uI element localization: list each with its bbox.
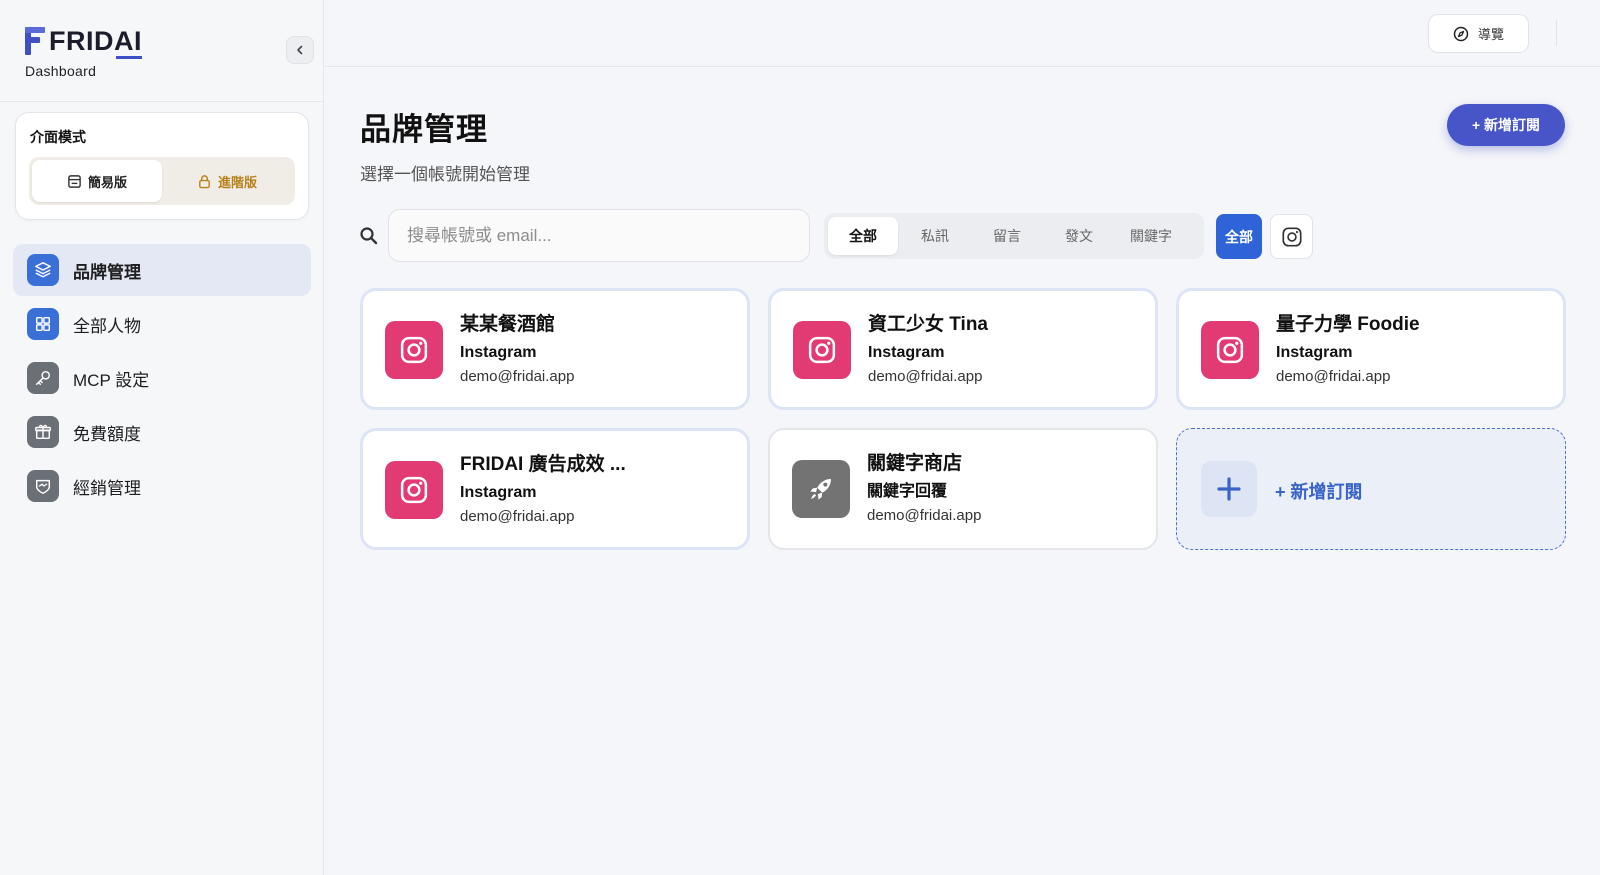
- sidebar-item-all-people[interactable]: 全部人物: [13, 298, 311, 350]
- sidebar-item-label: 免費額度: [73, 424, 141, 444]
- sidebar-item-brand-management[interactable]: 品牌管理: [13, 244, 311, 296]
- account-email: demo@fridai.app: [867, 507, 982, 524]
- instagram-icon: [385, 321, 443, 379]
- topbar-divider: [1556, 20, 1557, 46]
- form-icon: [68, 174, 81, 188]
- sidebar-nav: 品牌管理 全部人物 MCP 設定 免費額度 經銷管理: [13, 244, 311, 514]
- sidebar-item-reseller-management[interactable]: 經銷管理: [13, 460, 311, 512]
- account-email: demo@fridai.app: [460, 508, 575, 525]
- platform-filter-instagram-button[interactable]: [1270, 214, 1313, 259]
- sidebar-item-mcp-settings[interactable]: MCP 設定: [13, 352, 311, 404]
- account-name: 某某餐酒館: [460, 314, 556, 335]
- filter-tabs: 全部 私訊 留言 發文 關鍵字: [824, 213, 1204, 259]
- sidebar-divider: [0, 101, 324, 102]
- account-email: demo@fridai.app: [868, 368, 983, 385]
- tab-posts[interactable]: 發文: [1044, 217, 1114, 255]
- account-name: 關鍵字商店: [867, 453, 963, 474]
- instagram-icon: [1201, 321, 1259, 379]
- page-subtitle: 選擇一個帳號開始管理: [360, 165, 530, 184]
- tab-comments[interactable]: 留言: [972, 217, 1042, 255]
- account-platform: Instagram: [460, 344, 537, 361]
- account-card[interactable]: 資工少女 Tina Instagram demo@fridai.app: [768, 288, 1158, 410]
- logo: FRIDAI: [25, 25, 142, 59]
- search-input[interactable]: [388, 209, 810, 262]
- compass-icon: [1453, 26, 1469, 41]
- mode-advanced-button[interactable]: 進階版: [162, 160, 292, 202]
- add-subscription-card-label: + 新增訂閱: [1275, 482, 1363, 502]
- platform-filter-all-button[interactable]: 全部: [1216, 214, 1262, 259]
- sidebar-item-label: 經銷管理: [73, 478, 141, 498]
- account-platform: Instagram: [1276, 344, 1353, 361]
- account-card[interactable]: 關鍵字商店 關鍵字回覆 demo@fridai.app: [768, 428, 1158, 550]
- sidebar: FRIDAI Dashboard 介面模式 簡易版 進階版 品牌管理 全部人物 …: [0, 0, 324, 875]
- account-card[interactable]: FRIDAI 廣告成效 ... Instagram demo@fridai.ap…: [360, 428, 750, 550]
- grid-icon: [27, 308, 59, 340]
- mode-simple-label: 簡易版: [87, 174, 127, 190]
- collapse-sidebar-button[interactable]: [286, 36, 314, 64]
- account-platform: Instagram: [868, 344, 945, 361]
- guide-button[interactable]: 導覽: [1428, 14, 1529, 53]
- interface-mode-title: 介面模式: [30, 129, 86, 145]
- lock-icon: [199, 174, 210, 188]
- mode-advanced-label: 進階版: [217, 174, 257, 190]
- account-email: demo@fridai.app: [1276, 368, 1391, 385]
- sidebar-item-free-quota[interactable]: 免費額度: [13, 406, 311, 458]
- page-title: 品牌管理: [360, 112, 488, 147]
- account-platform: Instagram: [460, 484, 537, 501]
- account-name: FRIDAI 廣告成效 ...: [460, 454, 626, 475]
- sidebar-item-label: MCP 設定: [73, 370, 150, 390]
- instagram-icon: [793, 321, 851, 379]
- account-name: 資工少女 Tina: [868, 314, 988, 335]
- logo-text: FRIDAI: [49, 27, 142, 59]
- logo-mark-icon: [25, 27, 45, 55]
- guide-label: 導覽: [1477, 27, 1504, 42]
- interface-mode-card: 介面模式 簡易版 進階版: [15, 112, 309, 220]
- sidebar-item-label: 品牌管理: [73, 262, 141, 282]
- add-subscription-button[interactable]: + 新增訂閱: [1447, 104, 1565, 146]
- key-icon: [27, 362, 59, 394]
- account-email: demo@fridai.app: [460, 368, 575, 385]
- tab-keywords[interactable]: 關鍵字: [1116, 217, 1186, 255]
- tab-all[interactable]: 全部: [828, 217, 898, 255]
- interface-mode-toggle: 簡易版 進階版: [29, 157, 295, 205]
- account-card[interactable]: 某某餐酒館 Instagram demo@fridai.app: [360, 288, 750, 410]
- mode-simple-button[interactable]: 簡易版: [32, 160, 162, 202]
- account-name: 量子力學 Foodie: [1276, 314, 1420, 335]
- layers-icon: [27, 254, 59, 286]
- top-bar: 導覽: [325, 0, 1600, 67]
- gift-icon: [27, 416, 59, 448]
- rocket-icon: [792, 460, 850, 518]
- plus-icon: [1201, 461, 1257, 517]
- instagram-icon: [1281, 226, 1302, 247]
- handshake-icon: [27, 470, 59, 502]
- tab-dm[interactable]: 私訊: [900, 217, 970, 255]
- account-platform: 關鍵字回覆: [867, 483, 948, 500]
- sidebar-item-label: 全部人物: [73, 316, 141, 336]
- add-subscription-card[interactable]: + 新增訂閱: [1176, 428, 1566, 550]
- search-icon: [359, 226, 379, 246]
- brand-block[interactable]: FRIDAI Dashboard: [25, 25, 142, 79]
- account-card[interactable]: 量子力學 Foodie Instagram demo@fridai.app: [1176, 288, 1566, 410]
- instagram-icon: [385, 461, 443, 519]
- chevron-left-icon: [297, 45, 303, 55]
- brand-subtitle: Dashboard: [25, 63, 97, 79]
